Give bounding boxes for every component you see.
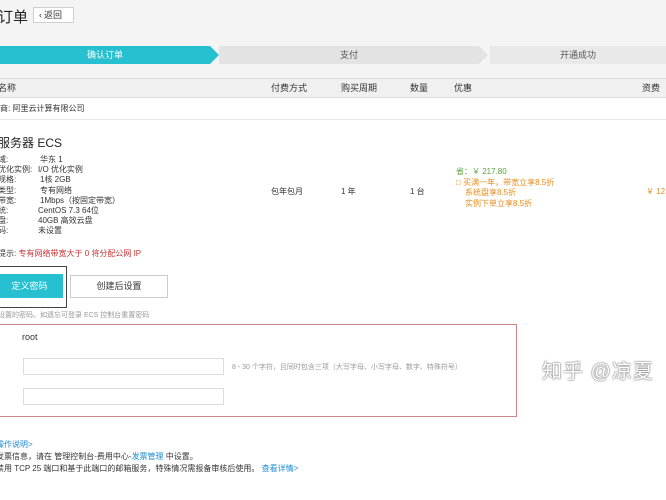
billing-value: 包年包月 bbox=[271, 187, 303, 196]
header: 订单 ‹ 返回 bbox=[0, 0, 666, 34]
password-input[interactable] bbox=[23, 358, 224, 375]
spec-row: 域: 华东 1 bbox=[0, 155, 63, 164]
watermark: 知乎 @凉夏 bbox=[542, 361, 654, 383]
product-title: 服务器 ECS bbox=[0, 136, 63, 150]
password-form: root 8 - 30 个字符，且同时包含三项（大写字母、小写字母、数字、特殊符… bbox=[0, 324, 517, 417]
back-button[interactable]: ‹ 返回 bbox=[33, 7, 74, 23]
page-title: 订单 bbox=[0, 9, 29, 26]
step-arrow bbox=[210, 46, 219, 64]
spec-row: 盘: 40GB 高效云盘 bbox=[0, 216, 93, 226]
table-header: 名称 付费方式 购买周期 数量 优惠 资费 bbox=[0, 78, 666, 98]
quantity-value: 1 台 bbox=[410, 187, 425, 196]
confirm-password-input[interactable] bbox=[23, 388, 224, 405]
col-price: 资费 bbox=[642, 83, 661, 93]
password-rule: 8 - 30 个字符，且同时包含三项（大写字母、小写字母、数字、特殊符号） bbox=[232, 364, 462, 371]
invoice-note: 发票信息，请在 管理控制台-费用中心-发票管理 中设置。 bbox=[0, 452, 198, 461]
custom-password-tab[interactable]: 定义密码 bbox=[0, 274, 63, 298]
spec-row: 类型: 专有网络 bbox=[0, 185, 72, 195]
port-note: 禁用 TCP 25 端口和基于此端口的邮箱服务，特殊情况需报备审核后使用。 查看… bbox=[0, 464, 299, 473]
period-value: 1 年 bbox=[341, 187, 356, 196]
discount-total: 省：￥ 217.80 bbox=[456, 167, 507, 176]
discount-line: 系统盘享8.5折 bbox=[465, 188, 517, 197]
back-arrow-icon: ‹ bbox=[39, 10, 42, 20]
spec-row: 统: CentOS 7.3 64位 bbox=[0, 206, 99, 216]
vendor-row: 商: 阿里云计算有限公司 bbox=[0, 98, 666, 120]
discount-tag-icon: □ bbox=[456, 177, 461, 187]
network-tip-label: 提示: bbox=[0, 249, 17, 258]
spec-row: 码: 未设置 bbox=[0, 226, 62, 236]
col-quantity: 数量 bbox=[410, 83, 429, 93]
col-period: 购买周期 bbox=[341, 83, 378, 93]
col-discount: 优惠 bbox=[454, 83, 473, 93]
spec-row: 优化实例: I/O 优化实例 bbox=[0, 165, 83, 175]
network-tip-text: 专有网络带宽大于 0 将分配公网 IP bbox=[18, 249, 142, 258]
spec-row: 规格: 1核 2GB bbox=[0, 175, 71, 185]
view-details-link[interactable]: 查看详情> bbox=[262, 464, 299, 473]
password-hint: 设置的密码。如遗忘可登录 ECS 控制台重置密码 bbox=[0, 312, 150, 319]
order-panel: 商: 阿里云计算有限公司 服务器 ECS 域: 华东 1 优化实例: I/O 优化实… bbox=[0, 98, 666, 500]
footer-notes: 操作说明> 发票信息，请在 管理控制台-费用中心-发票管理 中设置。 禁用 TC… bbox=[0, 439, 298, 475]
col-name: 名称 bbox=[0, 83, 17, 93]
set-later-tab[interactable]: 创建后设置 bbox=[70, 275, 168, 298]
discount-line: 实例下单立享8.5折 bbox=[465, 198, 533, 208]
product-specs: 域: 华东 1 优化实例: I/O 优化实例 规格: 1核 2GB 类型: 专有网络 带… bbox=[0, 155, 121, 237]
step-arrow bbox=[479, 46, 488, 64]
step-confirm-order: 确认订单 bbox=[0, 46, 210, 64]
discount-line: □ 买满一年，带宽立享8.5折 bbox=[456, 177, 555, 187]
step-done: 开通成功 bbox=[490, 46, 666, 64]
spec-row: 带宽: 1Mbps（按固定带宽） bbox=[0, 195, 121, 205]
step-pay: 支付 bbox=[219, 46, 479, 64]
invoice-manage-link[interactable]: 发票管理 bbox=[132, 452, 164, 461]
progress-steps: 确认订单 支付 开通成功 bbox=[0, 46, 666, 64]
price-value: ￥ 12 bbox=[646, 187, 666, 196]
col-billing: 付费方式 bbox=[271, 83, 308, 93]
discount-block: 省：￥ 217.80 □ 买满一年，带宽立享8.5折 系统盘享8.5折 实例下单… bbox=[456, 167, 554, 209]
network-tip: 提示: 专有网络带宽大于 0 将分配公网 IP bbox=[0, 248, 141, 259]
login-username: root bbox=[22, 332, 38, 342]
instructions-link[interactable]: 操作说明> bbox=[0, 439, 298, 451]
back-button-label: 返回 bbox=[44, 10, 63, 20]
